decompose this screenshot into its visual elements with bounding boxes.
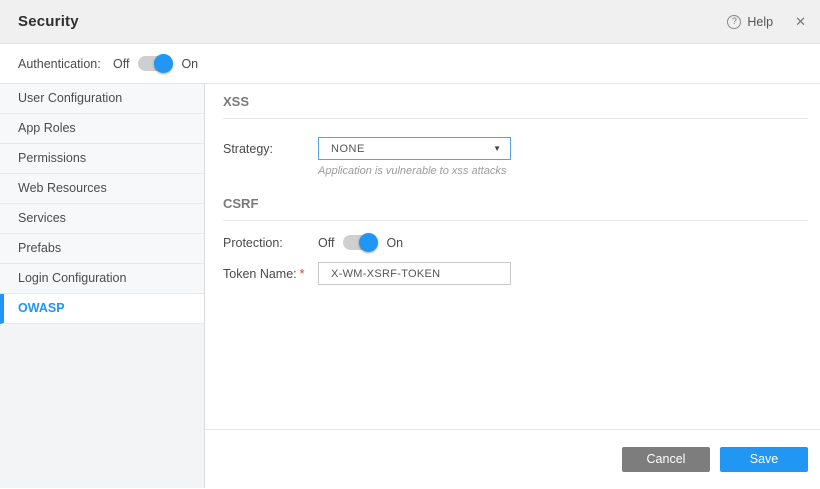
strategy-label: Strategy: bbox=[223, 142, 318, 156]
close-icon[interactable]: ✕ bbox=[795, 15, 806, 28]
protection-toggle-knob bbox=[359, 233, 378, 252]
authentication-row: Authentication: Off On bbox=[0, 44, 820, 84]
main-panel: XSS Strategy: NONE ▼ Application is vuln… bbox=[205, 84, 820, 488]
save-button[interactable]: Save bbox=[720, 447, 808, 472]
security-dialog: Security ? Help ✕ Authentication: Off On… bbox=[0, 0, 820, 489]
authentication-toggle-knob bbox=[154, 54, 173, 73]
titlebar: Security ? Help ✕ bbox=[0, 0, 820, 44]
csrf-section-heading: CSRF bbox=[223, 196, 808, 211]
protection-toggle-off-label: Off bbox=[318, 236, 334, 250]
page-title: Security bbox=[18, 13, 79, 30]
owasp-content: XSS Strategy: NONE ▼ Application is vuln… bbox=[205, 84, 820, 429]
footer: Cancel Save bbox=[205, 429, 820, 488]
dialog-body: User Configuration App Roles Permissions… bbox=[0, 84, 820, 488]
help-button[interactable]: ? Help bbox=[727, 15, 773, 29]
protection-toggle-on-label: On bbox=[386, 236, 403, 250]
authentication-toggle-off-label: Off bbox=[113, 57, 129, 71]
protection-toggle[interactable] bbox=[343, 235, 377, 250]
protection-label: Protection: bbox=[223, 236, 318, 250]
token-name-label: Token Name:* bbox=[223, 267, 318, 281]
sidebar-item-prefabs[interactable]: Prefabs bbox=[0, 234, 204, 264]
titlebar-actions: ? Help ✕ bbox=[727, 15, 806, 29]
sidebar-item-permissions[interactable]: Permissions bbox=[0, 144, 204, 174]
chevron-down-icon: ▼ bbox=[493, 145, 501, 153]
protection-row: Protection: Off On bbox=[223, 235, 808, 250]
token-name-row: Token Name:* bbox=[223, 262, 808, 285]
cancel-button[interactable]: Cancel bbox=[622, 447, 710, 472]
strategy-select[interactable]: NONE ▼ bbox=[318, 137, 511, 160]
sidebar-item-web-resources[interactable]: Web Resources bbox=[0, 174, 204, 204]
xss-section-heading: XSS bbox=[223, 94, 808, 109]
xss-divider bbox=[223, 118, 808, 119]
authentication-toggle[interactable] bbox=[138, 56, 172, 71]
token-name-input[interactable] bbox=[318, 262, 511, 285]
sidebar: User Configuration App Roles Permissions… bbox=[0, 84, 205, 488]
sidebar-item-owasp[interactable]: OWASP bbox=[0, 294, 204, 324]
csrf-divider bbox=[223, 220, 808, 221]
sidebar-item-services[interactable]: Services bbox=[0, 204, 204, 234]
help-label[interactable]: Help bbox=[747, 15, 773, 29]
help-icon[interactable]: ? bbox=[727, 15, 741, 29]
sidebar-item-user-configuration[interactable]: User Configuration bbox=[0, 84, 204, 114]
protection-toggle-group: Off On bbox=[318, 235, 403, 250]
token-name-label-text: Token Name: bbox=[223, 267, 297, 281]
authentication-toggle-on-label: On bbox=[181, 57, 198, 71]
sidebar-item-app-roles[interactable]: App Roles bbox=[0, 114, 204, 144]
strategy-row: Strategy: NONE ▼ bbox=[223, 137, 808, 160]
strategy-select-value: NONE bbox=[331, 143, 365, 155]
sidebar-item-login-configuration[interactable]: Login Configuration bbox=[0, 264, 204, 294]
required-asterisk: * bbox=[300, 267, 305, 281]
xss-helper-text: Application is vulnerable to xss attacks bbox=[318, 165, 808, 177]
authentication-label: Authentication: bbox=[18, 57, 113, 71]
authentication-toggle-group: Off On bbox=[113, 56, 198, 71]
